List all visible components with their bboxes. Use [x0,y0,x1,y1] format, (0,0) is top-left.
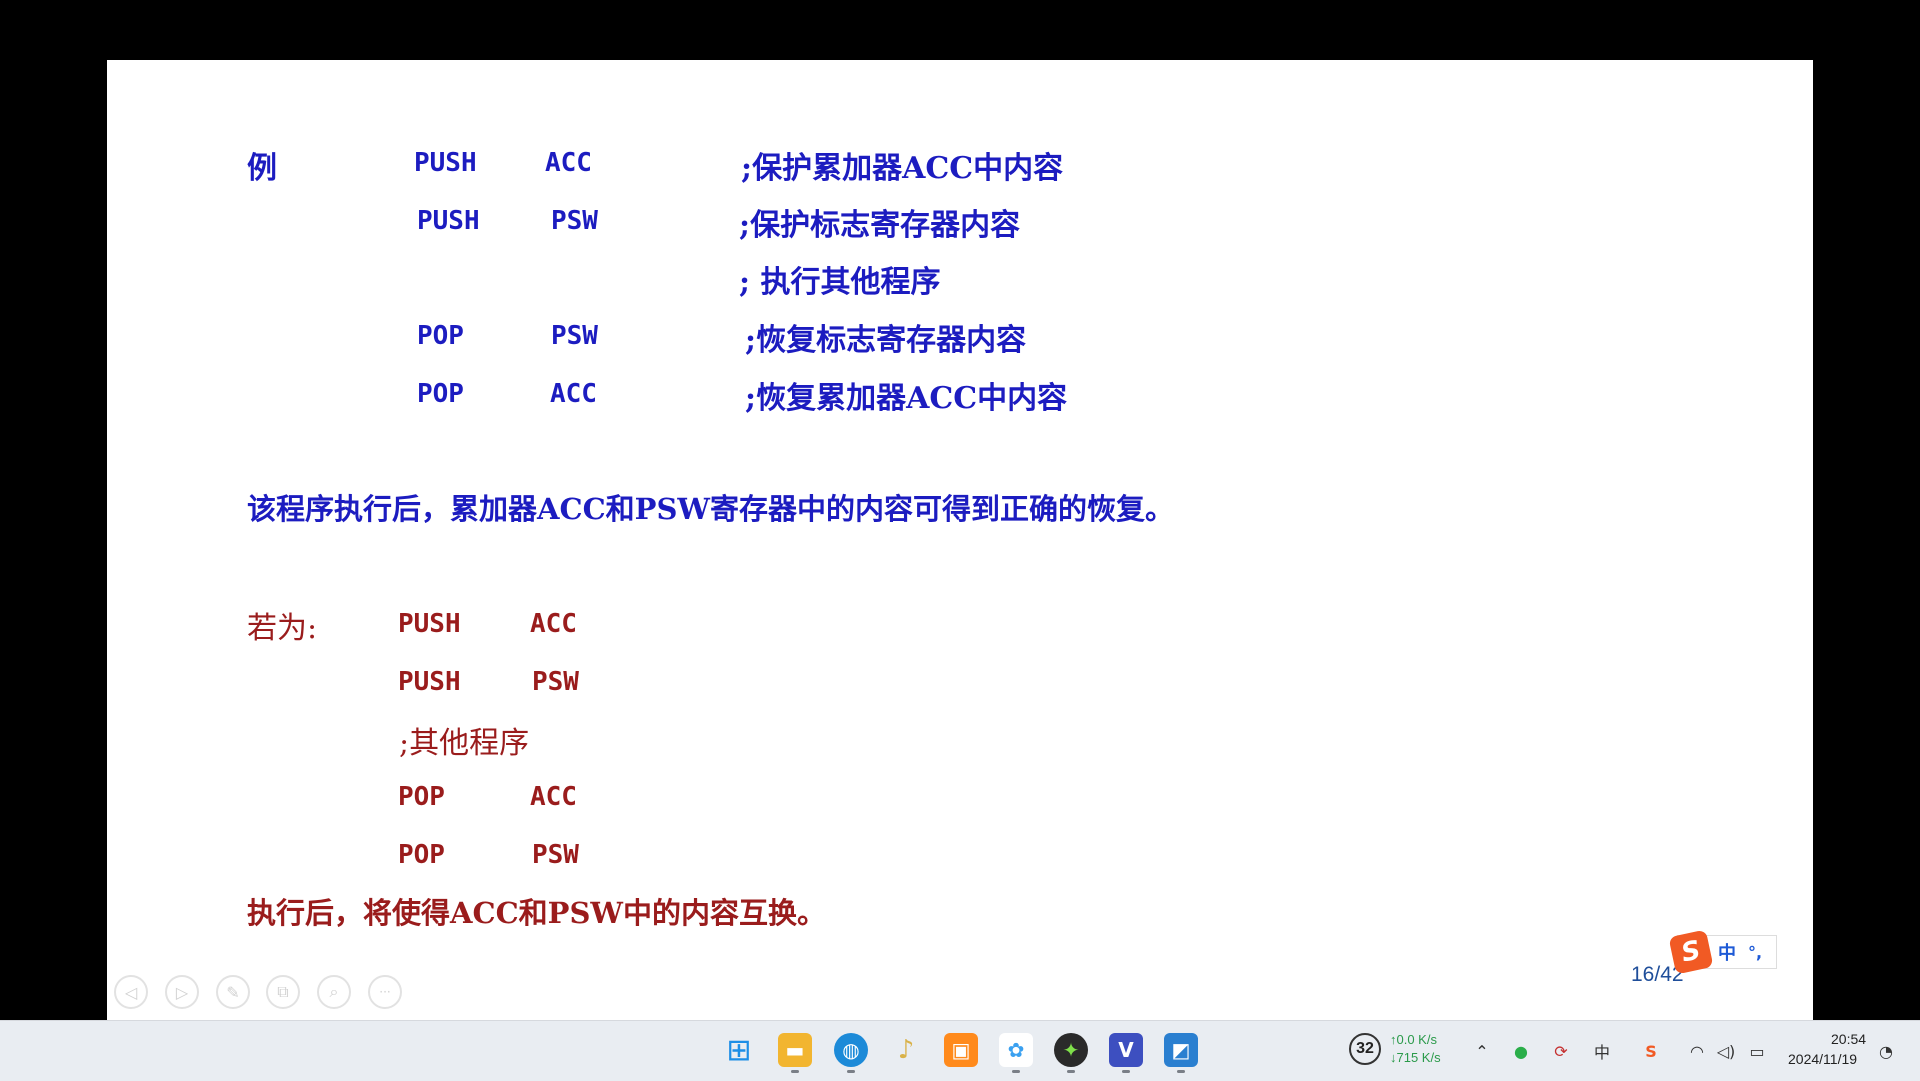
example-op-5: POP [417,379,464,409]
ime-indicator[interactable]: S 中 °, [1668,929,1777,975]
sync-icon[interactable]: ⟳ [1549,1039,1573,1063]
battery-icon[interactable]: ▭ [1745,1039,1769,1063]
app-icon-yellow[interactable]: ♪ [889,1033,923,1067]
alternative-op-1: PUSH [398,609,461,639]
clock-time[interactable]: 20:54 [1831,1031,1866,1047]
example-conclusion: 该程序执行后，累加器ACC和PSW寄存器中的内容可得到正确的恢复。 [247,492,1174,526]
download-speed: ↓715 K/s [1390,1050,1441,1065]
sogou-logo-icon: S [1668,929,1714,975]
alternative-label: 若为: [247,611,318,646]
chevron-up-icon[interactable]: ⌃ [1470,1039,1494,1063]
photos-icon[interactable]: ◩ [1164,1033,1198,1067]
zoom-icon[interactable]: ⌕ [317,975,351,1009]
example-comment-5: ;恢复累加器ACC中内容 [745,381,1068,416]
language-icon[interactable]: 中 [1590,1039,1614,1063]
notification-bell-icon[interactable]: ◔ [1874,1039,1898,1063]
example-comment-2: ;保护标志寄存器内容 [739,208,1021,243]
running-indicator [1012,1070,1020,1073]
file-explorer-icon[interactable]: ▬ [778,1033,812,1067]
alternative-arg-5: PSW [532,840,579,870]
alternative-conclusion: 执行后，将使得ACC和PSW中的内容互换。 [247,896,826,930]
more-icon[interactable]: ··· [368,975,402,1009]
alternative-op-5: POP [398,840,445,870]
example-op-4: POP [417,321,464,351]
example-arg-5: ACC [550,379,597,409]
windows-start-icon[interactable]: ⊞ [722,1033,756,1068]
example-op-1: PUSH [414,148,477,178]
example-op-2: PUSH [417,206,480,236]
example-arg-4: PSW [551,321,598,351]
alternative-arg-1: ACC [530,609,577,639]
example-comment-1: ;保护累加器ACC中内容 [741,151,1064,186]
example-comment-3: ; 执行其他程序 [739,265,941,300]
alternative-arg-4: ACC [530,782,577,812]
running-indicator [1177,1070,1185,1073]
clock-date[interactable]: 2024/11/19 [1788,1051,1857,1067]
app-icon-vs[interactable]: V [1109,1033,1143,1067]
prev-slide-icon[interactable]: ◁ [114,975,148,1009]
app-icon-windows[interactable]: ▣ [944,1033,978,1067]
ime-punctuation[interactable]: °, [1748,943,1762,962]
slides-overview-icon[interactable]: ⧉ [266,975,300,1009]
next-slide-icon[interactable]: ▷ [165,975,199,1009]
example-comment-4: ;恢复标志寄存器内容 [745,323,1027,358]
edge-browser-icon[interactable]: ◍ [834,1033,868,1067]
alternative-op-2: PUSH [398,667,461,697]
sogou-tray-icon[interactable]: S [1639,1039,1663,1063]
pen-icon[interactable]: ✎ [216,975,250,1009]
upload-speed: ↑0.0 K/s [1390,1032,1437,1047]
wechat-icon[interactable]: ● [1509,1039,1533,1063]
performance-badge[interactable]: 32 [1349,1033,1381,1065]
running-indicator [1067,1070,1075,1073]
wifi-icon[interactable]: ◠ [1685,1039,1709,1063]
alternative-arg-2: PSW [532,667,579,697]
running-indicator [1122,1070,1130,1073]
slide-canvas: 例 PUSH ACC ;保护累加器ACC中内容 PUSH PSW ;保护标志寄存… [107,60,1813,1020]
volume-icon[interactable]: ◁) [1714,1039,1738,1063]
example-arg-2: PSW [551,206,598,236]
ime-mode[interactable]: 中 [1718,939,1736,965]
running-indicator [791,1070,799,1073]
running-indicator [847,1070,855,1073]
app-icon-cloud[interactable]: ✿ [999,1033,1033,1067]
app-icon-green[interactable]: ✦ [1054,1033,1088,1067]
alternative-op-4: POP [398,782,445,812]
example-label: 例 [247,151,277,186]
alternative-comment: ;其他程序 [399,726,530,761]
example-arg-1: ACC [545,148,592,178]
